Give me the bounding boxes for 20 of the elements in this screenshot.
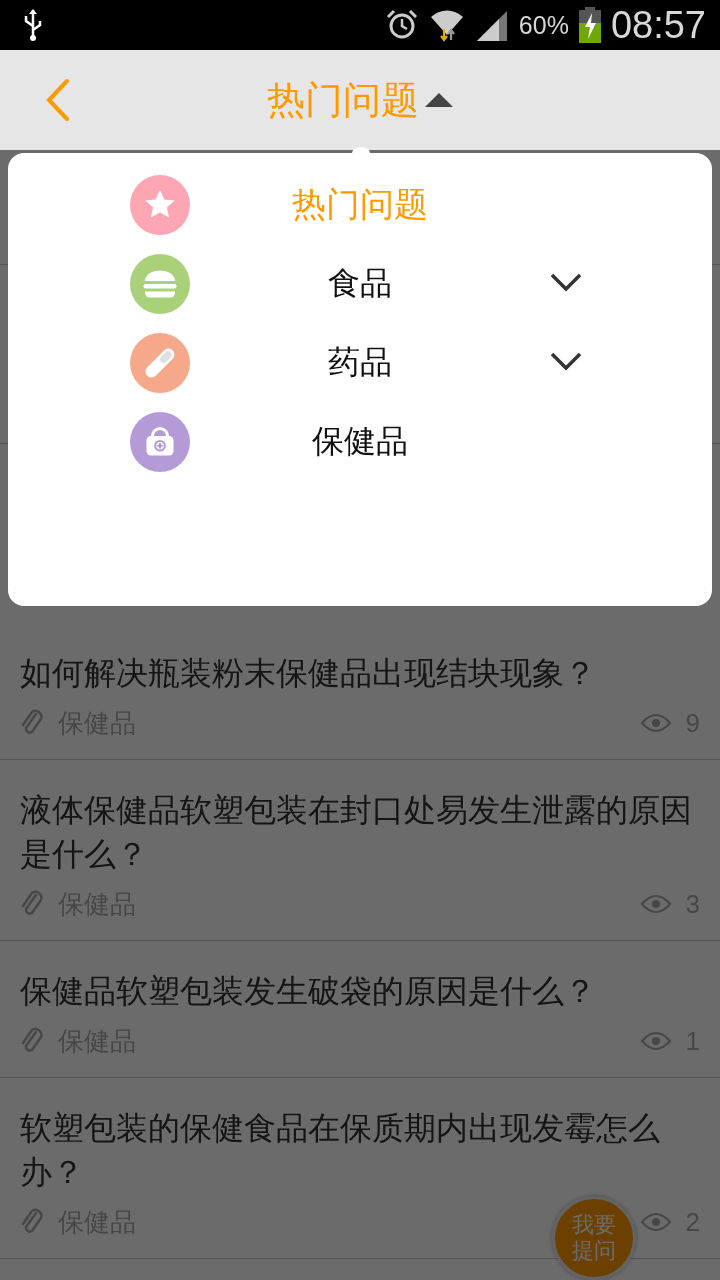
caret-up-icon (425, 93, 453, 107)
clock-time: 08:57 (610, 3, 706, 47)
chevron-down-icon[interactable] (550, 272, 582, 292)
question-title: 软塑包装的保健食品在保质期内出现发霉怎么办？ (20, 1108, 661, 1193)
question-title: 如何解决瓶装粉末保健品出现结块现象？ (20, 653, 597, 694)
eye-icon (639, 1031, 672, 1051)
menu-item[interactable]: 食品 (328, 262, 392, 306)
eye-icon (639, 894, 672, 914)
battery-charging-icon (578, 7, 601, 43)
eye-icon (639, 713, 672, 733)
battery-percent: 60% (518, 10, 569, 40)
usb-icon (22, 8, 44, 42)
eye-icon (639, 1212, 672, 1232)
question-title: 保健品软塑包装发生破袋的原因是什么？ (20, 971, 597, 1012)
menu-item[interactable]: 热门问题 (292, 182, 428, 228)
menu-item[interactable]: 保健品 (312, 420, 408, 464)
chevron-down-icon[interactable] (550, 351, 582, 371)
category-dropdown[interactable]: 热门问题 (267, 74, 453, 126)
question-title: 液体保健品软塑包装在封口处易发生泄露的原因是什么？ (20, 790, 693, 875)
menu-item[interactable]: 药品 (328, 341, 392, 385)
